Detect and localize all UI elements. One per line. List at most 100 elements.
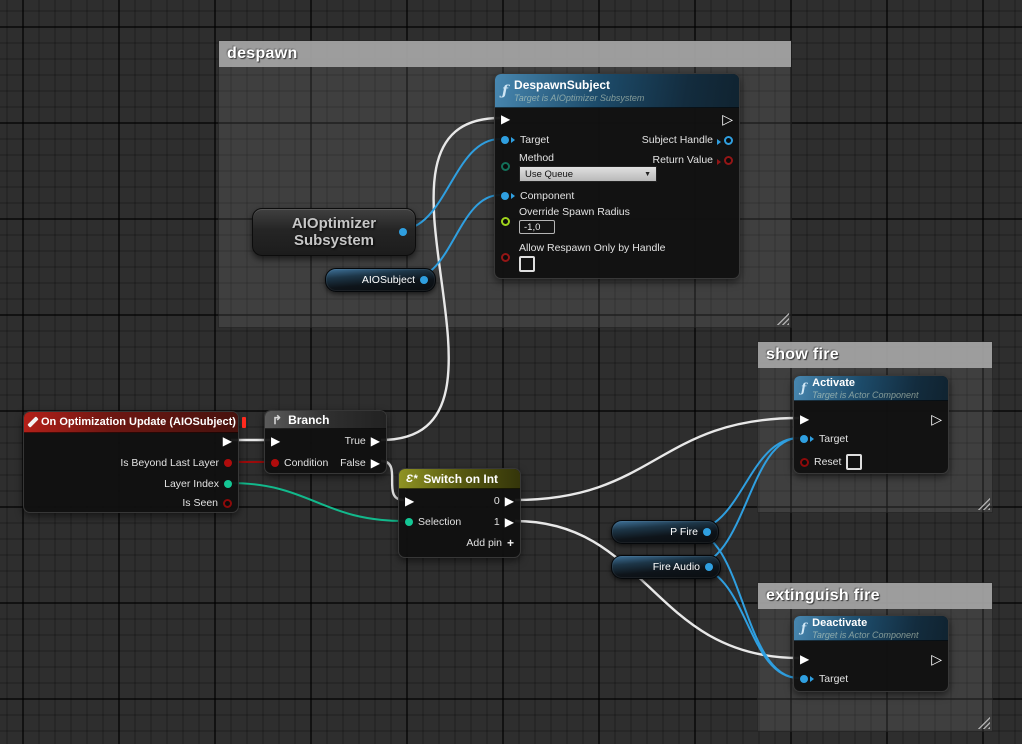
override-spawn-radius-input[interactable]: -1,0: [519, 220, 555, 234]
node-despawn-subject[interactable]: ƒ DespawnSubject Target is AIOptimizer S…: [494, 73, 740, 279]
node-activate[interactable]: ƒ Activate Target is Actor Component ▶ ▷…: [793, 375, 949, 474]
exec-in-pin[interactable]: ▶: [800, 413, 809, 425]
exec-in-pin[interactable]: ▶: [800, 653, 809, 665]
pin-row: ▶ 1: [494, 514, 514, 530]
exec-in-pin[interactable]: ▶: [271, 435, 280, 447]
exec-out-pin[interactable]: ▶: [223, 435, 232, 447]
exec-case1-pin[interactable]: ▶: [505, 516, 514, 528]
blueprint-graph-canvas[interactable]: despawn show fire extinguish fire: [0, 0, 1022, 744]
pin-label: Component: [520, 190, 574, 202]
pin-target[interactable]: [800, 435, 808, 443]
pin-row: ▶ False: [340, 455, 380, 471]
comment-show-fire-resize-handle[interactable]: [975, 495, 990, 510]
exec-false-pin[interactable]: ▶: [371, 457, 380, 469]
pin-row: Target: [800, 431, 848, 447]
pin-pfire-out[interactable]: [703, 528, 711, 536]
pin-row: ▶: [223, 433, 232, 449]
pin-label: Target: [819, 433, 848, 445]
comment-extinguish-fire-title: extinguish fire: [766, 587, 880, 605]
node-switch-header[interactable]: Ɛ* Switch on Int: [399, 469, 520, 489]
pin-label: Override Spawn Radius: [519, 206, 630, 218]
pin-reset[interactable]: [800, 458, 809, 467]
override-field-block: Override Spawn Radius -1,0: [519, 206, 630, 234]
pin-row: Component: [501, 188, 574, 204]
node-on-optimization-update[interactable]: On Optimization Update (AIOSubject) ▶ Is…: [23, 411, 239, 513]
pin-row: Return Value: [652, 152, 733, 168]
node-title: DespawnSubject: [514, 78, 644, 92]
pin-target[interactable]: [501, 136, 509, 144]
node-deactivate-header[interactable]: ƒ Deactivate Target is Actor Component: [794, 616, 948, 641]
variable-label: AIOptimizer Subsystem: [274, 215, 394, 250]
exec-case0-pin[interactable]: ▶: [505, 495, 514, 507]
add-pin-button[interactable]: +: [507, 536, 514, 550]
variable-label: P Fire: [670, 526, 698, 538]
pin-allow-respawn[interactable]: [501, 253, 510, 262]
exec-true-pin[interactable]: ▶: [371, 435, 380, 447]
pin-aiosubject-out[interactable]: [420, 276, 428, 284]
comment-despawn-title: despawn: [227, 45, 298, 63]
pin-fireaudio-out[interactable]: [705, 563, 713, 571]
pin-row: + Add pin: [466, 535, 514, 551]
pin-row: ▷: [931, 411, 942, 427]
node-subtitle: Target is AIOptimizer Subsystem: [514, 93, 644, 103]
comment-extinguish-fire-resize-handle[interactable]: [975, 714, 990, 729]
method-dropdown[interactable]: Use Queue ▼: [519, 166, 657, 182]
node-switch-on-int[interactable]: Ɛ* Switch on Int ▶ ▶ 0 Selection ▶ 1 + A…: [398, 468, 521, 558]
exec-in-pin[interactable]: ▶: [405, 495, 414, 507]
pin-label: False: [340, 457, 366, 469]
node-despawn-subject-header[interactable]: ƒ DespawnSubject Target is AIOptimizer S…: [495, 74, 739, 108]
pin-row: ▶: [271, 433, 280, 449]
pin-subsystem-out[interactable]: [399, 228, 407, 236]
allow-respawn-checkbox[interactable]: [519, 256, 535, 272]
pin-row: ▶: [405, 493, 414, 509]
pin-label: Subject Handle: [642, 134, 713, 146]
pin-condition[interactable]: [271, 459, 279, 467]
exec-out-pin[interactable]: ▷: [931, 412, 942, 426]
exec-in-pin[interactable]: ▶: [501, 113, 510, 125]
pin-layer-index[interactable]: [224, 480, 232, 488]
pin-component[interactable]: [501, 192, 509, 200]
comment-despawn-resize-handle[interactable]: [774, 310, 789, 325]
pin-row: Condition: [271, 455, 328, 471]
node-on-optimization-update-header[interactable]: On Optimization Update (AIOSubject): [24, 412, 238, 433]
node-title: On Optimization Update (AIOSubject): [41, 416, 236, 428]
comment-extinguish-fire-titlebar[interactable]: extinguish fire: [758, 583, 992, 609]
node-fire-audio[interactable]: Fire Audio: [611, 555, 721, 579]
exec-out-pin[interactable]: ▷: [931, 652, 942, 666]
pin-row: Subject Handle: [642, 132, 733, 148]
node-activate-header[interactable]: ƒ Activate Target is Actor Component: [794, 376, 948, 401]
pin-target[interactable]: [800, 675, 808, 683]
pin-row: ▷: [931, 651, 942, 667]
variable-label: Fire Audio: [653, 561, 700, 573]
pin-is-seen[interactable]: [223, 499, 232, 508]
event-diamond-icon: [27, 416, 38, 427]
comment-show-fire-titlebar[interactable]: show fire: [758, 342, 992, 368]
pin-row: Is Seen: [182, 495, 232, 511]
pin-row: Target: [800, 671, 848, 687]
function-icon: ƒ: [801, 381, 806, 395]
node-branch-header[interactable]: ↱ Branch: [265, 411, 386, 429]
pin-selection[interactable]: [405, 518, 413, 526]
pin-label: True: [345, 435, 366, 447]
function-icon: ƒ: [801, 621, 806, 635]
pin-subject-handle[interactable]: [724, 136, 733, 145]
node-subtitle: Target is Actor Component: [812, 630, 918, 640]
reset-checkbox[interactable]: [846, 454, 862, 470]
node-p-fire[interactable]: P Fire: [611, 520, 719, 544]
pin-is-beyond-last-layer[interactable]: [224, 459, 232, 467]
comment-despawn-titlebar[interactable]: despawn: [219, 41, 791, 67]
pin-method[interactable]: [501, 162, 510, 171]
node-aioptimizer-subsystem[interactable]: AIOptimizer Subsystem: [252, 208, 416, 256]
node-deactivate[interactable]: ƒ Deactivate Target is Actor Component ▶…: [793, 615, 949, 692]
switch-icon: Ɛ*: [406, 473, 417, 485]
pin-override-spawn-radius[interactable]: [501, 217, 510, 226]
node-aiosubject[interactable]: AIOSubject: [325, 268, 436, 292]
pin-label: Condition: [284, 457, 328, 469]
pin-return-value[interactable]: [724, 156, 733, 165]
pin-row: ▶: [800, 651, 809, 667]
exec-out-pin[interactable]: ▷: [722, 112, 733, 126]
pin-row: ▶ 0: [494, 493, 514, 509]
node-branch[interactable]: ↱ Branch ▶ ▶ True Condition ▶ False: [264, 410, 387, 474]
node-title: Activate: [812, 377, 918, 389]
variable-label: AIOSubject: [362, 274, 415, 286]
